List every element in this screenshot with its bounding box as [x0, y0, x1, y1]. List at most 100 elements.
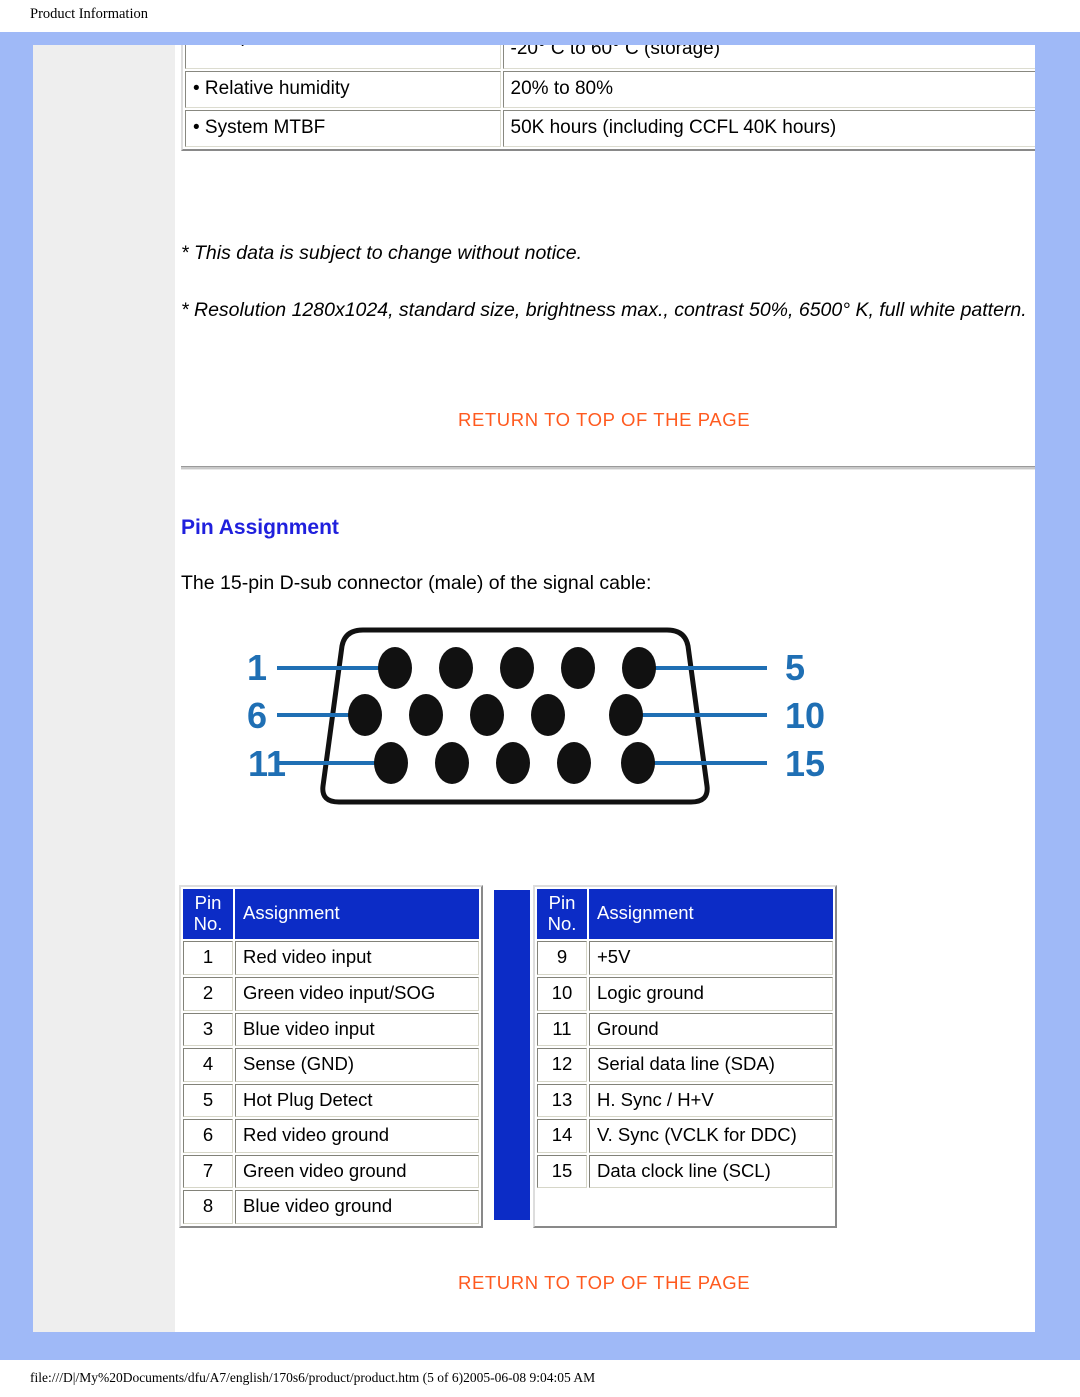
pin-assignment-cell: Sense (GND): [235, 1048, 479, 1082]
pin-no-cell: 9: [537, 941, 587, 975]
print-header-title: Product Information: [30, 6, 148, 22]
dsub-connector-diagram: 1 6 11 5 10 15: [215, 610, 835, 825]
table-row: 6 Red video ground: [183, 1119, 479, 1153]
section-divider: [181, 466, 1035, 470]
table-row: 11 Ground: [537, 1012, 833, 1047]
pin-assignment-cell: V. Sync (VCLK for DDC): [589, 1119, 833, 1153]
pin-hole-15: [621, 742, 655, 784]
pin-no-cell: 4: [183, 1048, 233, 1082]
pin-hole-2: [439, 647, 473, 689]
print-footer-path: file:///D|/My%20Documents/dfu/A7/english…: [30, 1370, 596, 1385]
pin-no-cell: 12: [537, 1048, 587, 1082]
table-row: 4 Sense (GND): [183, 1048, 479, 1082]
pin-assignment-cell: Hot Plug Detect: [235, 1083, 479, 1118]
column-header-pin-line1: Pin: [548, 892, 576, 913]
pin-assignment-cell-empty: [589, 1190, 833, 1224]
page-title-pin-assignment: Pin Assignment: [181, 516, 339, 539]
pin-hole-14: [557, 742, 591, 784]
column-header-pin-no: Pin No.: [537, 889, 587, 940]
environmental-spec-table-wrapper: • Temperature 5° C to 40° C (operating) …: [181, 45, 1035, 152]
column-header-assignment: Assignment: [235, 889, 479, 940]
dsub-label-1: 1: [247, 647, 267, 688]
pin-hole-1: [378, 647, 412, 689]
column-header-pin-line1: Pin: [194, 892, 222, 913]
dsub-label-10: 10: [785, 695, 825, 736]
table-row: • Temperature 5° C to 40° C (operating) …: [185, 45, 1035, 69]
page-frame: • Temperature 5° C to 40° C (operating) …: [0, 32, 1080, 1360]
pin-hole-7: [409, 694, 443, 736]
pin-assignment-cell: Serial data line (SDA): [589, 1048, 833, 1082]
pin-hole-11: [374, 742, 408, 784]
pin-assignment-table-left: Pin No. Assignment 1 Red video input 2 G…: [179, 885, 483, 1228]
print-header: Product Information: [0, 0, 1080, 32]
table-row: 8 Blue video ground: [183, 1190, 479, 1224]
pin-assignment-cell: Red video ground: [235, 1119, 479, 1153]
table-row: 14 V. Sync (VCLK for DDC): [537, 1119, 833, 1153]
table-row: 10 Logic ground: [537, 977, 833, 1011]
column-header-pin-line2: No.: [193, 912, 223, 934]
pin-assignment-cell: Green video ground: [235, 1154, 479, 1189]
spec-value-temperature: 5° C to 40° C (operating) -20° C to 60° …: [502, 45, 1035, 69]
pin-no-cell: 2: [183, 977, 233, 1011]
pin-assignment-cell: Red video input: [235, 941, 479, 975]
spec-value-relative-humidity: 20% to 80%: [502, 70, 1035, 108]
pin-assignment-cell: +5V: [589, 941, 833, 975]
pin-no-cell: 6: [183, 1119, 233, 1153]
pin-assignment-cell: Logic ground: [589, 977, 833, 1011]
return-to-top-link-upper[interactable]: RETURN TO TOP OF THE PAGE: [458, 409, 750, 431]
dsub-label-6: 6: [247, 695, 267, 736]
pin-assignment-cell: Blue video input: [235, 1012, 479, 1047]
spec-label-relative-humidity: • Relative humidity: [185, 70, 501, 108]
return-to-top-link-lower[interactable]: RETURN TO TOP OF THE PAGE: [458, 1272, 750, 1294]
table-row: 13 H. Sync / H+V: [537, 1083, 833, 1118]
table-header-row: Pin No. Assignment: [537, 889, 833, 940]
pin-assignment-cell: Ground: [589, 1012, 833, 1047]
pin-hole-10: [609, 694, 643, 736]
table-row: 15 Data clock line (SCL): [537, 1154, 833, 1189]
pin-no-cell: 3: [183, 1012, 233, 1047]
pin-assignment-cell: Green video input/SOG: [235, 977, 479, 1011]
pin-hole-6: [348, 694, 382, 736]
spec-label-system-mtbf: • System MTBF: [185, 109, 501, 148]
pin-hole-4: [561, 647, 595, 689]
pin-no-cell: 8: [183, 1190, 233, 1224]
column-header-pin-no: Pin No.: [183, 889, 233, 940]
dsub-label-15: 15: [785, 743, 825, 784]
pin-hole-13: [496, 742, 530, 784]
pin-no-cell-empty: [537, 1190, 587, 1224]
table-row: 1 Red video input: [183, 941, 479, 975]
table-header-row: Pin No. Assignment: [183, 889, 479, 940]
pin-assignment-cell: Data clock line (SCL): [589, 1154, 833, 1189]
pin-assignment-intro-text: The 15-pin D-sub connector (male) of the…: [181, 572, 652, 594]
pin-hole-5: [622, 647, 656, 689]
pin-no-cell: 7: [183, 1154, 233, 1189]
footnote-resolution: * Resolution 1280x1024, standard size, b…: [181, 299, 1027, 321]
column-header-pin-line2: No.: [547, 912, 577, 934]
pin-no-cell: 10: [537, 977, 587, 1011]
pin-hole-3: [500, 647, 534, 689]
pin-hole-8: [470, 694, 504, 736]
footnote-data-subject-to-change: * This data is subject to change without…: [181, 242, 583, 264]
pin-assignment-cell: Blue video ground: [235, 1190, 479, 1224]
sidebar-nav-column: [33, 45, 175, 1332]
table-row: • System MTBF 50K hours (including CCFL …: [185, 109, 1035, 148]
pin-no-cell: 11: [537, 1012, 587, 1047]
pin-hole-9: [531, 694, 565, 736]
pin-assignment-cell: H. Sync / H+V: [589, 1083, 833, 1118]
dsub-label-11: 11: [248, 743, 286, 784]
pin-no-cell: 1: [183, 941, 233, 975]
column-header-assignment: Assignment: [589, 889, 833, 940]
content-column: • Temperature 5° C to 40° C (operating) …: [175, 45, 1035, 1332]
pin-no-cell: 5: [183, 1083, 233, 1118]
table-row: [537, 1190, 833, 1224]
pin-no-cell: 15: [537, 1154, 587, 1189]
dsub-connector-svg: 1 6 11 5 10 15: [247, 627, 825, 805]
spec-value-temperature-line1: 5° C to 40° C (operating) -20° C to 60° …: [510, 45, 721, 60]
pin-no-cell: 13: [537, 1083, 587, 1118]
table-row: 2 Green video input/SOG: [183, 977, 479, 1011]
spec-value-system-mtbf: 50K hours (including CCFL 40K hours): [502, 109, 1035, 148]
table-row: 3 Blue video input: [183, 1012, 479, 1047]
spec-label-temperature: • Temperature: [185, 45, 501, 69]
table-row: 5 Hot Plug Detect: [183, 1083, 479, 1118]
pin-hole-12: [435, 742, 469, 784]
